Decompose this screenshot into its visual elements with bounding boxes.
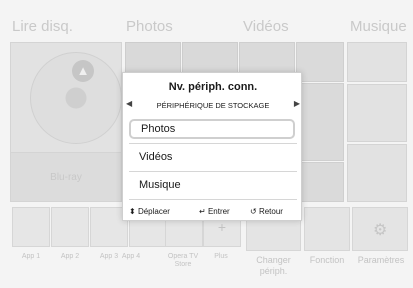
video-thumb[interactable] <box>296 42 344 82</box>
return-icon: ↺ <box>250 207 257 216</box>
function-label: Fonction <box>309 255 345 265</box>
popup-title: Nv. périph. conn. <box>168 81 258 93</box>
app-label: App 1 <box>21 253 41 260</box>
back-label: Retour <box>258 207 283 216</box>
function-tile[interactable] <box>304 207 350 251</box>
app-label: App 2 <box>60 253 80 260</box>
divider <box>129 143 297 144</box>
opera-label-line1: Opera TV <box>167 253 199 260</box>
new-device-popup: Nv. périph. conn. ◀ PÉRIPHÉRIQUE DE STOC… <box>122 72 302 221</box>
arrow-right-icon[interactable]: ▶ <box>294 99 300 108</box>
popup-item-music[interactable]: Musique <box>129 175 295 195</box>
popup-subtitle: PÉRIPHÉRIQUE DE STOCKAGE <box>156 101 270 110</box>
video-thumb[interactable] <box>296 83 344 161</box>
plus-label: Plus <box>214 253 228 260</box>
music-thumb[interactable] <box>347 144 407 202</box>
section-title-videos: Vidéos <box>243 18 289 35</box>
change-device-line2: périph. <box>259 266 288 276</box>
change-device-line1: Changer <box>256 255 291 265</box>
device-selector[interactable]: ◀ PÉRIPHÉRIQUE DE STOCKAGE ▶ <box>123 99 303 113</box>
section-title-disc: Lire disq. <box>12 18 73 35</box>
move-label: Déplacer <box>137 207 170 216</box>
divider <box>129 199 297 200</box>
opera-label-line2: Store <box>174 261 192 268</box>
section-title-photos: Photos <box>126 18 173 35</box>
enter-label: Entrer <box>207 207 230 216</box>
music-thumb[interactable] <box>347 42 407 82</box>
updown-icon: ⬍ <box>129 207 136 216</box>
app-label: App 4 <box>121 253 141 260</box>
video-thumb[interactable] <box>296 162 344 202</box>
enter-icon: ↵ <box>199 207 206 216</box>
settings-label: Paramètres <box>357 255 405 265</box>
gear-icon: ⚙ <box>373 222 388 239</box>
eject-icon: ▲ <box>72 60 94 82</box>
popup-item-photos[interactable]: Photos <box>129 119 295 139</box>
settings-tile[interactable]: ⚙ <box>352 207 408 251</box>
home-screen: Lire disq. Photos Vidéos Musique ▲ Blu-r… <box>0 0 413 288</box>
app-tile[interactable] <box>51 207 89 247</box>
enter-hint: ↵ Entrer <box>199 207 230 216</box>
disc-type-label: Blu-ray <box>50 172 82 183</box>
music-thumb[interactable] <box>347 84 407 142</box>
move-hint: ⬍ Déplacer <box>129 207 170 216</box>
section-title-music: Musique <box>350 18 407 35</box>
app-tile[interactable] <box>12 207 50 247</box>
back-hint: ↺ Retour <box>250 207 283 216</box>
divider <box>129 171 297 172</box>
popup-item-videos[interactable]: Vidéos <box>129 147 295 167</box>
